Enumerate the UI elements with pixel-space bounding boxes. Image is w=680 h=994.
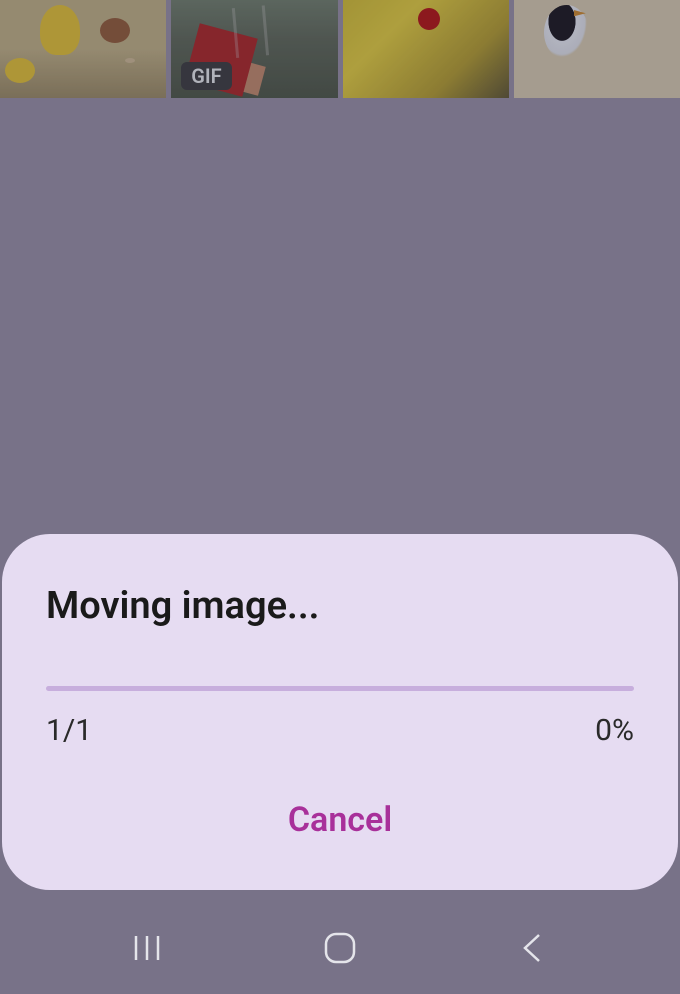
moving-image-dialog: Moving image... 1/1 0% Cancel [2, 534, 678, 890]
navigation-bar [0, 902, 680, 994]
thumbnail-item[interactable] [514, 0, 680, 98]
home-icon[interactable] [320, 928, 360, 968]
thumbnail-item[interactable] [0, 0, 166, 98]
cancel-button[interactable]: Cancel [46, 788, 634, 846]
thumbnail-item[interactable] [343, 0, 509, 98]
gif-badge: GIF [181, 62, 231, 90]
recents-icon[interactable] [127, 928, 167, 968]
progress-info: 1/1 0% [46, 713, 634, 748]
thumbnail-item[interactable]: GIF [171, 0, 337, 98]
dialog-title: Moving image... [46, 584, 634, 628]
progress-bar [46, 686, 634, 691]
progress-count: 1/1 [46, 713, 92, 748]
progress-percent: 0% [595, 713, 634, 748]
gallery-grid: GIF [0, 0, 680, 98]
back-icon[interactable] [513, 928, 553, 968]
